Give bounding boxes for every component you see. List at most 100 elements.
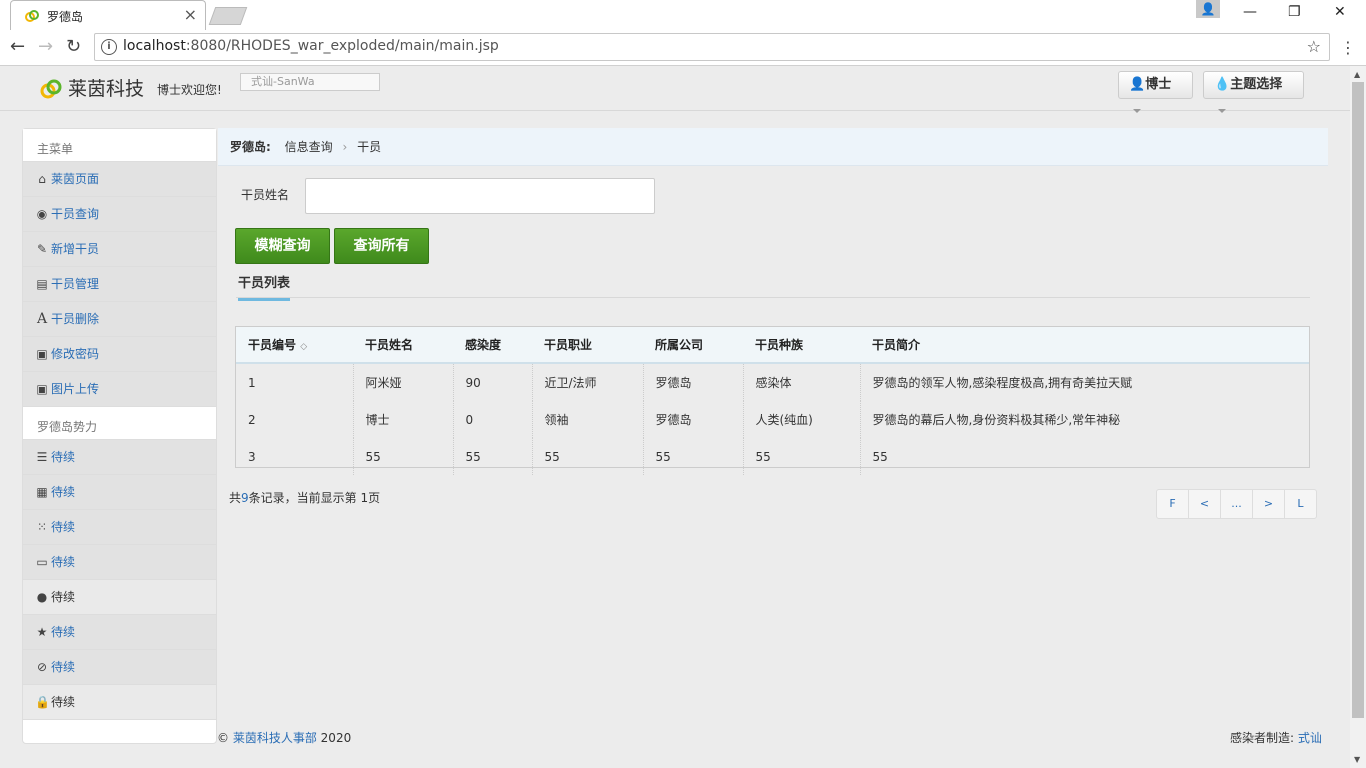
ban-icon: ⊘ xyxy=(36,660,48,674)
restore-icon[interactable]: ❐ xyxy=(1288,4,1301,20)
cell-name: 55 xyxy=(353,438,454,475)
cell-company: 罗德岛 xyxy=(643,363,744,401)
cell-id: 3 xyxy=(236,438,354,475)
user-menu-button[interactable]: 👤博士 xyxy=(1118,71,1193,113)
caret-down-icon xyxy=(1218,108,1226,113)
window-close-icon[interactable]: ✕ xyxy=(1334,4,1346,20)
sidebar-item-password[interactable]: ▣ 修改密码 xyxy=(23,336,216,371)
sidebar-item-query[interactable]: ◉ 干员查询 xyxy=(23,196,216,231)
cell-race: 人类(纯血) xyxy=(743,401,861,438)
pager-next-button[interactable]: > xyxy=(1253,490,1285,518)
column-header-infection: 感染度 xyxy=(453,327,532,364)
sidebar-item-upload[interactable]: ▣ 图片上传 xyxy=(23,371,216,406)
cell-id: 2 xyxy=(236,401,354,438)
browser-tab[interactable]: 罗德岛 × xyxy=(10,0,206,30)
cell-class: 近卫/法师 xyxy=(532,363,644,401)
browser-titlebar: 罗德岛 × 👤 — ❐ ✕ xyxy=(0,0,1366,30)
pager-ellipsis[interactable]: ... xyxy=(1221,490,1253,518)
breadcrumb-section[interactable]: 信息查询 xyxy=(285,140,333,154)
footer-maker-link[interactable]: 式讪 xyxy=(1298,731,1322,745)
sidebar-item-delete[interactable]: A 干员删除 xyxy=(23,301,216,336)
footer-copyright: © 莱茵科技人事部 2020 xyxy=(217,731,352,745)
cell-infection: 0 xyxy=(453,401,533,438)
pager-first-button[interactable]: F xyxy=(1157,490,1189,518)
home-icon: ⌂ xyxy=(38,172,46,186)
tab-title: 罗德岛 xyxy=(47,10,84,24)
sidebar-item-pending[interactable]: ● 待续 xyxy=(23,579,216,614)
breadcrumb-root: 罗德岛: xyxy=(230,140,271,154)
picture-icon: ▣ xyxy=(36,382,48,396)
brand-name: 莱茵科技 xyxy=(68,78,145,100)
calendar-icon: ▦ xyxy=(36,485,48,499)
pagination: F < ... > L xyxy=(1156,489,1317,519)
new-tab-button[interactable] xyxy=(208,7,248,25)
sidebar-heading-main: 主菜单 xyxy=(23,129,216,161)
footer-maker: 感染者制造: 式讪 xyxy=(1230,731,1322,745)
footer-company-link[interactable]: 莱茵科技人事部 xyxy=(233,731,317,745)
url-text[interactable]: localhost:8080/RHODES_war_exploded/main/… xyxy=(123,38,499,54)
caret-down-icon xyxy=(1133,108,1141,113)
sidebar-item-pending[interactable]: ★ 待续 xyxy=(23,614,216,649)
cell-class: 领袖 xyxy=(532,401,644,438)
cell-id: 1 xyxy=(236,363,354,401)
page-scrollbar[interactable]: ▲ ▼ xyxy=(1350,66,1366,768)
cell-class: 55 xyxy=(532,438,644,475)
sidebar-item-pending[interactable]: ▦ 待续 xyxy=(23,474,216,509)
browser-menu-icon[interactable]: ⋮ xyxy=(1340,38,1356,57)
globe-icon: ● xyxy=(36,590,48,604)
tab-divider xyxy=(236,297,1310,298)
list-icon: ☰ xyxy=(36,450,48,464)
sidebar-item-pending[interactable]: ☰ 待续 xyxy=(23,439,216,474)
eye-icon: ◉ xyxy=(36,207,48,221)
name-search-input[interactable] xyxy=(305,178,655,214)
back-icon[interactable]: ← xyxy=(10,36,25,57)
bookmark-star-icon[interactable]: ☆ xyxy=(1307,37,1321,56)
tab-close-icon[interactable]: × xyxy=(184,5,197,24)
picture-icon: ▣ xyxy=(36,347,48,361)
sort-icon[interactable]: ◇ xyxy=(300,342,307,352)
site-info-icon[interactable]: i xyxy=(101,39,117,55)
minimize-icon[interactable]: — xyxy=(1243,4,1257,20)
column-header-name: 干员姓名 xyxy=(353,327,453,364)
sidebar-item-pending[interactable]: ⊘ 待续 xyxy=(23,649,216,684)
logo-icon xyxy=(40,79,62,99)
column-header-id[interactable]: 干员编号 ◇ xyxy=(236,327,353,364)
profile-icon[interactable]: 👤 xyxy=(1196,0,1220,18)
sidebar-item-add[interactable]: ✎ 新增干员 xyxy=(23,231,216,266)
cell-infection: 90 xyxy=(453,363,533,401)
main-content: 罗德岛: 信息查询 › 干员 干员姓名 模糊查询 查询所有 干员列表 干员编号 … xyxy=(218,128,1328,758)
cell-intro: 罗德岛的幕后人物,身份资料极其稀少,常年神秘 xyxy=(872,413,1121,427)
cell-intro: 罗德岛的领军人物,感染程度极高,拥有奇美拉天赋 xyxy=(872,376,1133,390)
lock-icon: 🔒 xyxy=(35,695,50,709)
scroll-down-icon[interactable]: ▼ xyxy=(1354,755,1360,764)
scroll-up-icon[interactable]: ▲ xyxy=(1354,70,1360,79)
fuzzy-search-button[interactable]: 模糊查询 xyxy=(235,228,330,264)
query-all-button[interactable]: 查询所有 xyxy=(334,228,429,264)
sidebar-heading-power: 罗德岛势力 xyxy=(23,406,216,439)
cell-intro: 55 xyxy=(872,449,888,464)
table-row[interactable]: 2 博士 0 领袖 罗德岛 人类(纯血) 罗德岛的幕后人物,身份资料极其稀少,常… xyxy=(236,401,1309,438)
sidebar-item-pending[interactable]: ⁙ 待续 xyxy=(23,509,216,544)
pager-prev-button[interactable]: < xyxy=(1189,490,1221,518)
user-icon: 👤 xyxy=(1129,77,1146,92)
record-count-text: 共9条记录，当前显示第 1页 xyxy=(229,491,381,505)
cell-infection: 55 xyxy=(453,438,533,475)
th-icon: ⁙ xyxy=(36,520,48,534)
sidebar-item-pending[interactable]: ▭ 待续 xyxy=(23,544,216,579)
table-row[interactable]: 3 55 55 55 55 55 55 xyxy=(236,438,1309,475)
name-label: 干员姓名 xyxy=(241,188,290,202)
forward-icon[interactable]: → xyxy=(38,36,53,57)
cell-company: 55 xyxy=(643,438,744,475)
sidebar-item-home[interactable]: ⌂ 莱茵页面 xyxy=(23,161,216,196)
address-bar[interactable]: i localhost:8080/RHODES_war_exploded/mai… xyxy=(94,33,1330,61)
page: 莱茵科技 博士欢迎您! 式讪-SanWa 👤博士 💧主题选择 主菜单 ⌂ 莱茵页面… xyxy=(0,66,1350,768)
reload-icon[interactable]: ↻ xyxy=(66,36,81,57)
sidebar-item-manage[interactable]: ▤ 干员管理 xyxy=(23,266,216,301)
app-header: 莱茵科技 博士欢迎您! 式讪-SanWa 👤博士 💧主题选择 xyxy=(0,66,1350,113)
scrollbar-thumb[interactable] xyxy=(1352,82,1364,718)
tint-icon: 💧 xyxy=(1214,77,1231,92)
pager-last-button[interactable]: L xyxy=(1285,490,1316,518)
theme-menu-button[interactable]: 💧主题选择 xyxy=(1203,71,1304,113)
sidebar-item-pending[interactable]: 🔒待续 xyxy=(23,684,216,720)
table-row[interactable]: 1 阿米娅 90 近卫/法师 罗德岛 感染体 罗德岛的领军人物,感染程度极高,拥… xyxy=(236,363,1309,401)
